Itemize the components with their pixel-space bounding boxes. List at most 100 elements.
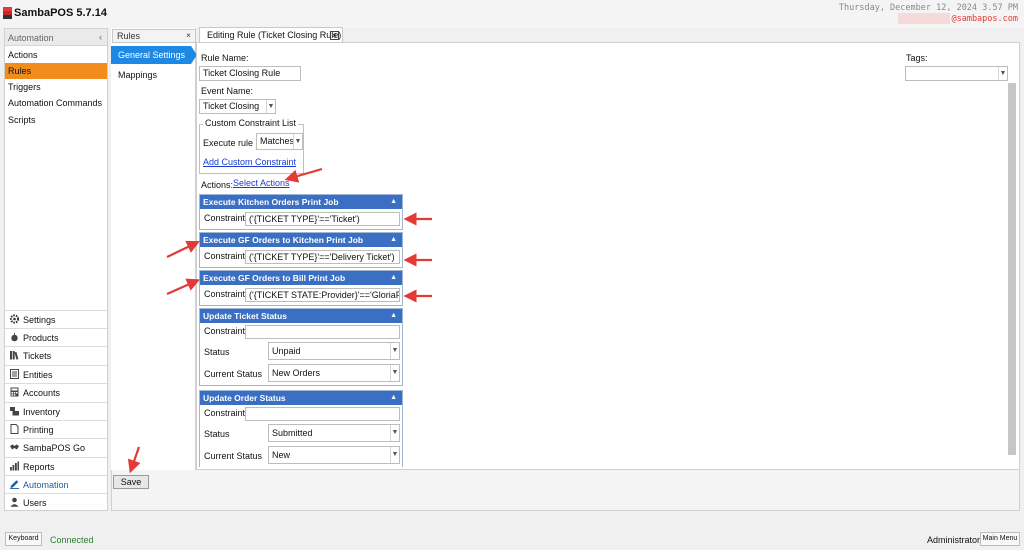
rules-panel xyxy=(111,28,196,470)
action-card: Execute GF Orders to Kitchen Print Job ▲ … xyxy=(199,232,403,268)
add-custom-constraint-link[interactable]: Add Custom Constraint xyxy=(203,157,296,167)
actions-label: Actions: xyxy=(201,180,234,190)
module-label: Automation xyxy=(23,480,69,490)
nav-header-label: Automation xyxy=(8,33,54,43)
collapse-icon[interactable]: ▲ xyxy=(390,195,397,209)
tags-select[interactable]: ▼ xyxy=(905,66,1008,81)
nav-item-triggers[interactable]: Triggers xyxy=(5,79,107,95)
event-name-label: Event Name: xyxy=(201,86,254,96)
execute-rule-select[interactable]: Matches ▼ xyxy=(256,133,303,150)
pencil-icon xyxy=(10,480,19,489)
action-header[interactable]: Execute Kitchen Orders Print Job ▲ xyxy=(200,195,402,209)
close-icon[interactable]: × xyxy=(184,32,193,41)
action-card: Update Order Status ▲ Constraint: Status S… xyxy=(199,390,403,467)
rule-name-input[interactable]: Ticket Closing Rule xyxy=(199,66,301,81)
current-status-value: New xyxy=(272,450,291,460)
custom-constraint-legend: Custom Constraint List xyxy=(203,118,299,128)
calculator-icon xyxy=(10,387,19,397)
main-menu-button[interactable]: Main Menu xyxy=(980,532,1020,546)
action-header[interactable]: Update Ticket Status ▲ xyxy=(200,309,402,323)
event-name-select[interactable]: Ticket Closing ▼ xyxy=(199,99,276,114)
nav-item-actions[interactable]: Actions xyxy=(5,47,107,63)
module-label: Entities xyxy=(23,370,53,380)
action-card: Execute Kitchen Orders Print Job ▲ Constr… xyxy=(199,194,403,230)
module-entities[interactable]: Entities xyxy=(5,365,107,383)
constraint-input[interactable]: ('{TICKET STATE:Provider}'=='GloriaFood'… xyxy=(245,288,400,302)
select-actions-link[interactable]: Select Actions xyxy=(233,178,290,188)
module-printing[interactable]: Printing xyxy=(5,420,107,438)
constraint-label: Constraint: xyxy=(204,408,248,418)
module-users[interactable]: Users xyxy=(5,493,107,511)
app-title: SambaPOS 5.7.14 xyxy=(14,7,107,19)
nav-item-automation-commands[interactable]: Automation Commands xyxy=(5,95,107,111)
execute-rule-value: Matches xyxy=(260,136,295,146)
module-sambapos-go[interactable]: SambaPOS Go xyxy=(5,438,107,456)
module-label: Products xyxy=(23,333,59,343)
document-icon xyxy=(10,424,19,434)
chevron-down-icon: ▼ xyxy=(390,447,399,463)
action-header[interactable]: Update Order Status ▲ xyxy=(200,391,402,405)
keyboard-button[interactable]: Keyboard xyxy=(5,532,42,546)
constraint-label: Constraint: xyxy=(204,326,248,336)
action-title: Execute Kitchen Orders Print Job xyxy=(203,197,339,207)
status-value: Unpaid xyxy=(272,346,301,356)
chevron-down-icon: ▼ xyxy=(998,67,1007,80)
side-item-mappings[interactable]: Mappings xyxy=(111,66,191,84)
module-settings[interactable]: Settings xyxy=(5,310,107,328)
connection-status: Connected xyxy=(50,535,94,545)
chevron-left-icon[interactable]: ‹ xyxy=(99,32,102,42)
collapse-icon[interactable]: ▲ xyxy=(390,271,397,285)
chevron-down-icon: ▼ xyxy=(266,100,275,113)
status-label: Status xyxy=(204,429,230,439)
constraint-input[interactable]: ('{TICKET TYPE}'=='Delivery Ticket') xyxy=(245,250,400,264)
handshake-icon xyxy=(10,444,19,450)
chevron-down-icon: ▼ xyxy=(390,425,399,441)
tags-label: Tags: xyxy=(906,53,928,63)
module-label: SambaPOS Go xyxy=(23,443,86,453)
module-tickets[interactable]: Tickets xyxy=(5,346,107,364)
module-label: Tickets xyxy=(23,351,52,361)
close-icon[interactable]: × xyxy=(330,31,339,40)
collapse-icon[interactable]: ▲ xyxy=(390,233,397,247)
books-icon xyxy=(10,351,19,360)
constraint-label: Constraint: xyxy=(204,213,248,223)
module-accounts[interactable]: Accounts xyxy=(5,383,107,401)
datetime-display: Thursday, December 12, 2024 3.57 PM xyxy=(838,3,1018,13)
current-status-label: Current Status xyxy=(204,451,263,461)
module-label: Users xyxy=(23,498,47,508)
module-inventory[interactable]: Inventory xyxy=(5,402,107,420)
side-item-general-settings[interactable]: General Settings xyxy=(111,46,191,64)
module-products[interactable]: Products xyxy=(5,328,107,346)
tab-rules[interactable]: Rules × xyxy=(112,29,196,43)
constraint-input[interactable] xyxy=(245,407,400,421)
vertical-scrollbar[interactable] xyxy=(1008,83,1016,455)
current-status-select[interactable]: New Orders ▼ xyxy=(268,364,400,382)
action-header[interactable]: Execute GF Orders to Kitchen Print Job ▲ xyxy=(200,233,402,247)
chevron-down-icon: ▼ xyxy=(390,343,399,359)
status-select[interactable]: Unpaid ▼ xyxy=(268,342,400,360)
current-status-select[interactable]: New ▼ xyxy=(268,446,400,464)
module-label: Reports xyxy=(23,462,55,472)
status-select[interactable]: Submitted ▼ xyxy=(268,424,400,442)
constraint-input[interactable]: ('{TICKET TYPE}'=='Ticket') xyxy=(245,212,400,226)
sambapos-logo-icon xyxy=(3,7,12,19)
module-automation[interactable]: Automation xyxy=(5,475,107,493)
action-header[interactable]: Execute GF Orders to Bill Print Job ▲ xyxy=(200,271,402,285)
tab-editing-rule[interactable]: Editing Rule (Ticket Closing Rule) × xyxy=(199,27,343,42)
current-status-value: New Orders xyxy=(272,368,321,378)
action-title: Update Order Status xyxy=(203,393,286,403)
module-label: Settings xyxy=(23,315,56,325)
current-user: Administrator xyxy=(927,535,981,545)
save-button[interactable]: Save xyxy=(113,475,149,489)
nav-item-rules[interactable]: Rules xyxy=(5,63,107,79)
user-icon xyxy=(10,497,19,507)
collapse-icon[interactable]: ▲ xyxy=(390,391,397,405)
collapse-icon[interactable]: ▲ xyxy=(390,309,397,323)
action-title: Update Ticket Status xyxy=(203,311,287,321)
rule-name-label: Rule Name: xyxy=(201,53,249,63)
constraint-input[interactable] xyxy=(245,325,400,339)
nav-item-scripts[interactable]: Scripts xyxy=(5,112,107,128)
module-label: Accounts xyxy=(23,388,61,398)
action-card: Execute GF Orders to Bill Print Job ▲ Con… xyxy=(199,270,403,306)
module-reports[interactable]: Reports xyxy=(5,457,107,475)
